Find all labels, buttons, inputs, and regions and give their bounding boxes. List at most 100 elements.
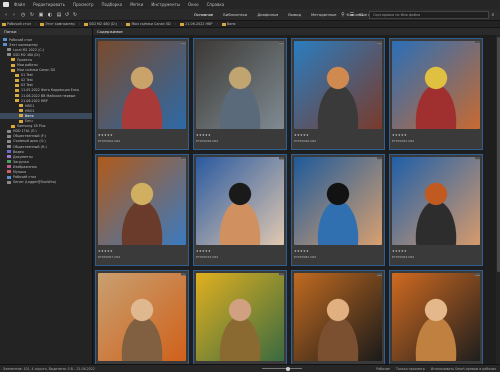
folder-icon xyxy=(19,104,23,108)
folder-icon xyxy=(11,124,15,128)
photo-thumbnail xyxy=(98,273,186,361)
rating-stars[interactable]: ★★★★★ xyxy=(294,249,309,253)
rating-stars[interactable]: ★★★★★ xyxy=(196,133,211,137)
tree-item-label: Видео xyxy=(13,149,24,154)
menu-help[interactable]: Справка xyxy=(207,2,225,7)
menu-stacks[interactable]: Подборка xyxy=(102,2,123,7)
raw-badge: RAW xyxy=(377,41,382,44)
sort-icon[interactable]: ☰ xyxy=(349,12,355,18)
img-icon xyxy=(7,165,11,169)
menu-file[interactable]: Файл xyxy=(14,2,25,7)
file-name: P7070028.CR2 xyxy=(196,139,219,143)
breadcrumb-item[interactable]: Мои съёмки Canon 5D xyxy=(126,22,171,26)
thumbnail-cell[interactable]: RAW ★★★★★ P7070081.CR2 xyxy=(291,154,385,266)
rating-stars[interactable]: ★★★★★ xyxy=(98,133,113,137)
status-options: Рабочие Только просмотр Использовать Sma… xyxy=(376,367,496,371)
drive-icon xyxy=(7,145,11,149)
thumbnail-cell[interactable]: RAW ★★★★★ P7070057.CR2 xyxy=(95,154,189,266)
tree-item-label: НВО1 xyxy=(25,103,35,108)
drive-icon xyxy=(7,129,11,133)
tree-item-label: Общественный (H:) xyxy=(13,144,47,149)
app-logo-icon xyxy=(3,2,9,7)
chevron-right-icon: › xyxy=(216,22,218,26)
refine-icon[interactable]: ◐ xyxy=(47,12,53,18)
tab-libraries[interactable]: Библиотеки xyxy=(219,10,251,19)
tree-item-label: 01 Test xyxy=(21,73,33,78)
file-name: P7070002.CR2 xyxy=(98,139,121,143)
rating-stars[interactable]: ★★★★★ xyxy=(392,249,407,253)
menu-window[interactable]: Окно xyxy=(188,2,199,7)
sort-field[interactable]: Сортировка по Имя файла xyxy=(369,11,489,19)
folder-icon xyxy=(11,68,15,72)
recent-icon[interactable]: ◷ xyxy=(20,12,26,18)
tree-item[interactable]: Server (Logger@GooWho) xyxy=(0,180,92,185)
tab-metadata[interactable]: Метаданные xyxy=(307,10,340,19)
rating-stars[interactable]: ★★★★★ xyxy=(294,133,309,137)
photo-thumbnail xyxy=(196,157,284,245)
breadcrumb-item[interactable]: 21.06.2022 НВР xyxy=(180,22,212,26)
status-option-smart-preview[interactable]: Использовать Smart-превью в рабочих xyxy=(431,367,496,371)
folder-icon xyxy=(11,58,15,62)
search-icon[interactable]: ⌕ xyxy=(490,12,496,18)
thumbnail-cell[interactable]: RAW★★★★★P7070131.CR2 xyxy=(389,270,483,372)
thumbnail-cell[interactable]: RAW ★★★★★ P7070002.CR2 xyxy=(95,38,189,150)
thumbnail-cell[interactable]: RAW★★★★★P7070112.CR2 xyxy=(193,270,287,372)
filter-icon[interactable]: ⚲ xyxy=(340,12,346,18)
folder-icon xyxy=(15,88,19,92)
file-name: P7070074.CR2 xyxy=(196,255,219,259)
vertical-scrollbar[interactable] xyxy=(496,35,500,364)
tree-item-label: Этот компьютер xyxy=(9,42,38,47)
open-icon[interactable]: ▤ xyxy=(56,12,62,18)
tab-essentials[interactable]: Основное xyxy=(190,10,217,19)
drive-icon xyxy=(7,139,11,143)
file-name: P7070040.CR2 xyxy=(294,139,317,143)
thumbnail-cell[interactable]: RAW ★★★★★ P7070074.CR2 xyxy=(193,154,287,266)
raw-badge: RAW xyxy=(181,157,186,160)
status-text: Элементов: 101, 4 скрыто, Выделено: 0 B … xyxy=(3,366,95,371)
rotate-right-icon[interactable]: ↻ xyxy=(72,12,78,18)
breadcrumb-item[interactable]: Ваня xyxy=(221,22,235,26)
rating-stars[interactable]: ★★★★★ xyxy=(196,249,211,253)
menu-view[interactable]: Просмотр xyxy=(73,2,94,7)
breadcrumb-item[interactable]: SSD M2 480 (D:) xyxy=(84,22,117,26)
pc-icon xyxy=(3,38,7,42)
photo-thumbnail xyxy=(98,41,186,129)
status-option-preview-only[interactable]: Только просмотр xyxy=(396,367,425,371)
scrollbar-thumb[interactable] xyxy=(496,37,500,272)
breadcrumb-item[interactable]: Рабочий стол xyxy=(2,22,31,26)
breadcrumb-item[interactable]: Этот компьютер xyxy=(40,22,75,26)
photo-thumbnail xyxy=(196,273,284,361)
tab-filmstrip[interactable]: Диафильм xyxy=(253,10,282,19)
status-option-working[interactable]: Рабочие xyxy=(376,367,390,371)
panel-title[interactable]: Папки xyxy=(0,28,92,35)
rotate-left-icon[interactable]: ↺ xyxy=(64,12,70,18)
raw-badge: RAW xyxy=(181,273,186,276)
tab-content[interactable]: Содержимое xyxy=(93,28,500,35)
back-icon[interactable]: ‹ xyxy=(3,12,9,18)
thumbnail-cell[interactable]: RAW ★★★★★ P7070052.CR2 xyxy=(389,38,483,150)
rating-stars[interactable]: ★★★★★ xyxy=(392,133,407,137)
new-folder-icon[interactable]: ▭ xyxy=(358,12,364,18)
thumbnail-cell[interactable]: RAW★★★★★P7070101.CR2 xyxy=(95,270,189,372)
raw-badge: RAW xyxy=(475,273,480,276)
tree-item-label: 02 Test xyxy=(21,78,33,83)
slider-knob[interactable] xyxy=(286,366,290,371)
refresh-icon[interactable]: ↻ xyxy=(29,12,35,18)
thumbnail-cell[interactable]: RAW★★★★★P7070125.CR2 xyxy=(291,270,385,372)
tree-item-label: Мои работы xyxy=(17,63,38,68)
chevron-right-icon: › xyxy=(34,22,37,26)
toolbar: ‹ › ◷ ↻ ▣ ◐ ▤ ↺ ↻ Основное Библиотеки Ди… xyxy=(0,9,500,21)
camera-icon[interactable]: ▣ xyxy=(38,12,44,18)
thumbnail-size-slider[interactable] xyxy=(262,366,302,371)
tab-output[interactable]: Вывод xyxy=(284,10,305,19)
tree-item-label: Ваня xyxy=(25,113,34,118)
forward-icon[interactable]: › xyxy=(11,12,17,18)
thumbnail-cell[interactable]: RAW ★★★★★ P7070093.CR2 xyxy=(389,154,483,266)
rating-stars[interactable]: ★★★★★ xyxy=(98,249,113,253)
file-name: P7070052.CR2 xyxy=(392,139,415,143)
thumbnail-cell[interactable]: RAW ★★★★★ P7070040.CR2 xyxy=(291,38,385,150)
menu-edit[interactable]: Редактировать xyxy=(33,2,65,7)
thumbnail-cell[interactable]: RAW ★★★★★ P7070028.CR2 xyxy=(193,38,287,150)
menu-label[interactable]: Метки xyxy=(130,2,143,7)
menu-tools[interactable]: Инструменты xyxy=(151,2,180,7)
